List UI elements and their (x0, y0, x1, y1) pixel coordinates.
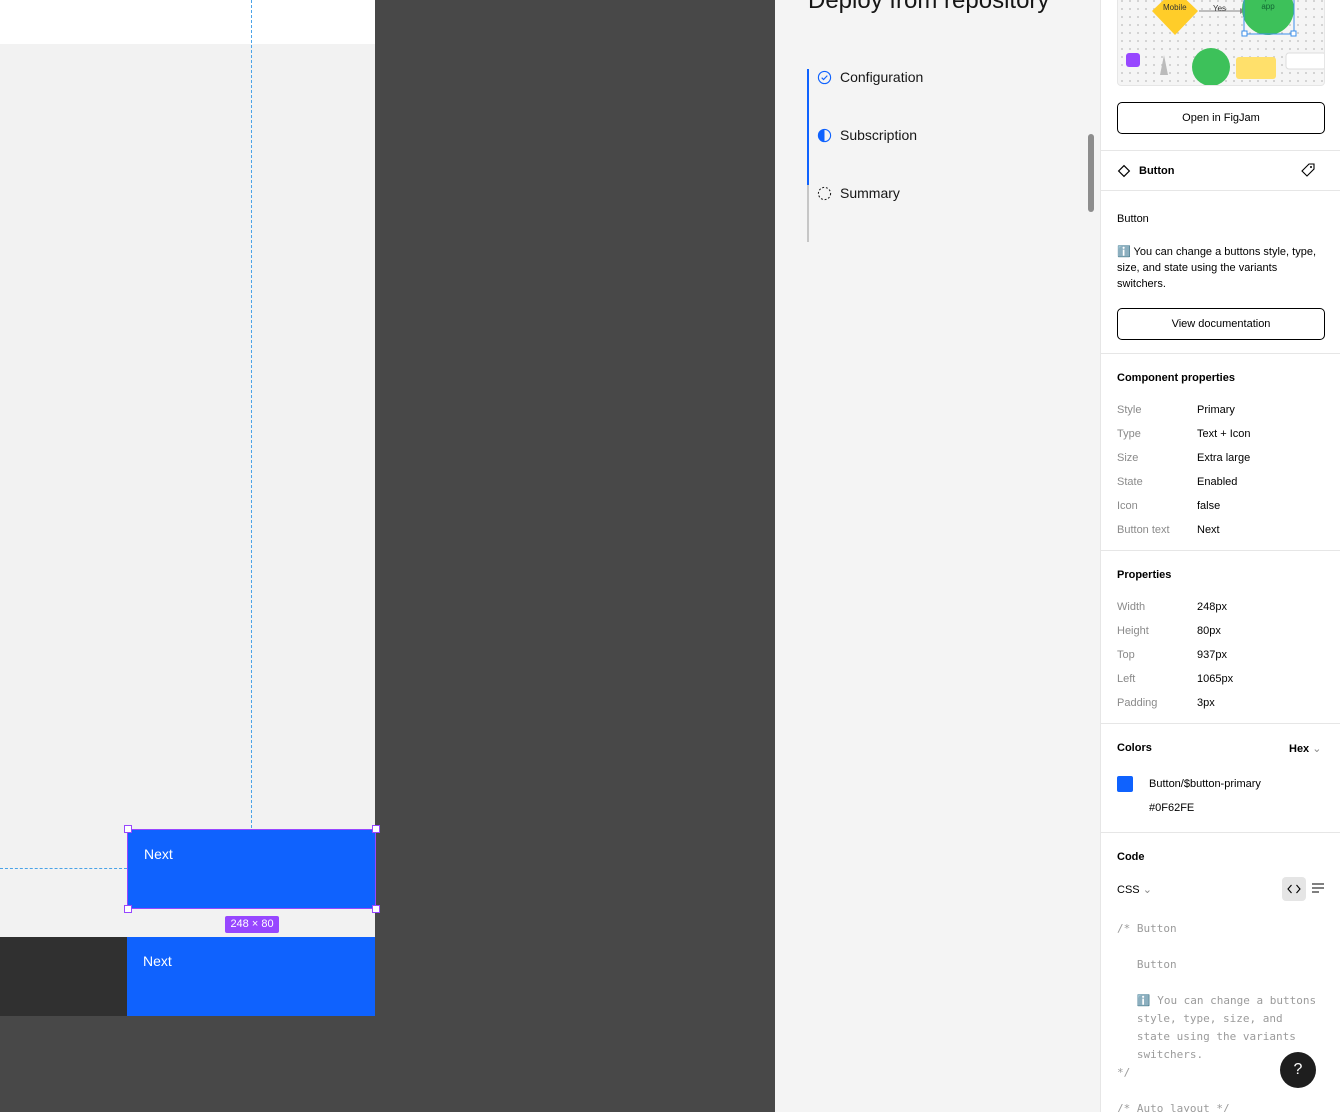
next-button-preview[interactable]: Next (127, 937, 375, 1016)
prop-value-icon: false (1197, 500, 1221, 512)
component-name: Button (1139, 165, 1175, 177)
yes-edge-label: Yes (1213, 4, 1227, 13)
component-instance-icon (1117, 164, 1131, 178)
frame-scrollbar[interactable] (1088, 134, 1094, 212)
progress-rail-active (807, 69, 809, 185)
prop-label-style: Style (1117, 404, 1142, 416)
prop-label-top: Top (1117, 649, 1135, 661)
resize-handle-bottom-right[interactable] (372, 905, 380, 913)
dashed-circle-icon (817, 186, 832, 201)
prop-label-left: Left (1117, 673, 1136, 685)
step-summary[interactable]: Summary (817, 185, 900, 201)
go-to-main-component-icon[interactable] (1300, 162, 1316, 178)
resize-handle-top-right[interactable] (372, 825, 380, 833)
design-canvas[interactable]: Next 248 × 80 Next Deploy from repositor… (0, 0, 1100, 1112)
divider (1101, 190, 1340, 191)
resize-handle-top-left[interactable] (124, 825, 132, 833)
component-properties-title: Component properties (1117, 372, 1235, 384)
inspector-panel: Mobile Yes Open app Open in FigJam Butto… (1100, 0, 1340, 1112)
mobile-node-label: Mobile (1163, 3, 1187, 12)
measure-guide-horizontal (0, 868, 127, 869)
code-language-value: CSS (1117, 884, 1140, 896)
properties-title: Properties (1117, 569, 1172, 581)
prop-value-padding: 3px (1197, 697, 1215, 709)
step-subscription[interactable]: Subscription (817, 127, 917, 143)
view-documentation-button[interactable]: View documentation (1117, 308, 1325, 340)
step-configuration[interactable]: Configuration (817, 69, 923, 85)
desktop-frame[interactable]: Deploy from repository Configuration Sub… (775, 0, 1100, 1112)
prop-label-icon: Icon (1117, 500, 1138, 512)
divider (1101, 550, 1340, 551)
colors-title: Colors (1117, 742, 1152, 754)
prop-label-height: Height (1117, 625, 1149, 637)
frame-body (0, 44, 375, 937)
chevron-down-icon: ⌄ (1142, 884, 1152, 896)
prop-label-state: State (1117, 476, 1143, 488)
code-view-toggle-icon[interactable] (1282, 877, 1306, 901)
prop-label-type: Type (1117, 428, 1141, 440)
resize-handle-bottom-left[interactable] (124, 905, 132, 913)
selected-button-label: Next (144, 846, 173, 862)
chevron-down-icon: ⌄ (1312, 743, 1322, 755)
code-title: Code (1117, 851, 1145, 863)
text-view-toggle-icon[interactable] (1311, 882, 1325, 896)
color-format-dropdown[interactable]: Hex ⌄ (1289, 742, 1321, 755)
open-app-node-label: Open app (1258, 0, 1278, 11)
prop-label-padding: Padding (1117, 697, 1158, 709)
color-hex-value[interactable]: #0F62FE (1149, 802, 1194, 814)
preview-button-label: Next (143, 953, 172, 969)
prop-label-size: Size (1117, 452, 1139, 464)
step-label: Subscription (840, 127, 918, 143)
prop-label-width: Width (1117, 601, 1146, 613)
prop-value-size: Extra large (1197, 452, 1251, 464)
prop-value-left: 1065px (1197, 673, 1234, 685)
figjam-thumbnail[interactable]: Mobile Yes Open app (1117, 0, 1325, 86)
description-title: Button (1117, 213, 1149, 225)
color-token-name[interactable]: Button/$button-primary (1149, 778, 1261, 790)
color-swatch[interactable] (1117, 776, 1133, 792)
color-format-value: Hex (1289, 743, 1310, 755)
divider (1101, 832, 1340, 833)
selected-next-button[interactable]: Next (127, 829, 376, 909)
step-label: Configuration (840, 69, 924, 85)
page-title: Deploy from repository (808, 0, 1050, 14)
description-text: ℹ️ You can change a buttons style, type,… (1117, 246, 1316, 290)
prop-value-width: 248px (1197, 601, 1227, 613)
prop-value-button-text: Next (1197, 524, 1220, 536)
prop-value-style: Primary (1197, 404, 1235, 416)
divider (1101, 723, 1340, 724)
open-in-figjam-button[interactable]: Open in FigJam (1117, 102, 1325, 134)
size-badge: 248 × 80 (225, 916, 279, 933)
prop-value-state: Enabled (1197, 476, 1238, 488)
step-label: Summary (840, 185, 900, 201)
prop-value-height: 80px (1197, 625, 1221, 637)
checkmark-circle-icon (817, 70, 832, 85)
divider (1101, 353, 1340, 354)
mobile-frame[interactable]: Next 248 × 80 Next (0, 0, 380, 1112)
divider (1101, 150, 1340, 151)
prop-value-top: 937px (1197, 649, 1227, 661)
measure-guide-vertical (251, 0, 252, 828)
button-group-secondary-area (0, 937, 127, 1016)
help-button[interactable]: ? (1280, 1052, 1316, 1088)
prop-label-button-text: Button text (1117, 524, 1170, 536)
code-language-dropdown[interactable]: CSS ⌄ (1117, 883, 1152, 896)
half-circle-icon (817, 128, 832, 143)
frame-header (0, 0, 375, 44)
prop-value-type: Text + Icon (1197, 428, 1251, 440)
